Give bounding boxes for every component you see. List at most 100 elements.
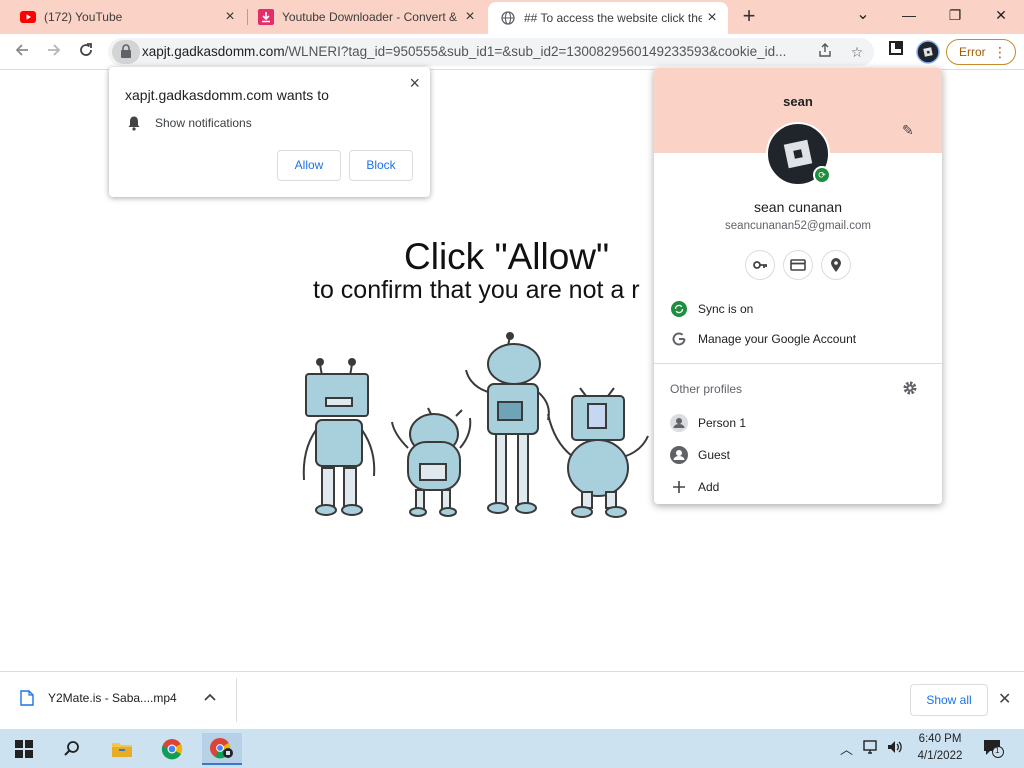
reload-icon <box>80 43 92 56</box>
tab-search-icon[interactable]: ⌄ <box>840 0 886 30</box>
extension-icon[interactable] <box>884 40 908 64</box>
notification-count: 1 <box>995 746 1000 755</box>
system-clock[interactable]: 6:40 PM 4/1/2022 <box>910 731 970 765</box>
profile-name: sean <box>783 94 813 109</box>
address-bar[interactable]: xapjt.gadkasdomm.com/WLNERI?tag_id=95055… <box>108 38 874 66</box>
profile-email: seancunanan52@gmail.com <box>725 220 871 232</box>
passwords-key-icon[interactable] <box>745 250 775 280</box>
block-button[interactable]: Block <box>349 150 413 181</box>
profile-avatar-button[interactable] <box>916 40 940 64</box>
search-icon[interactable] <box>52 733 92 765</box>
prompt-title: xapjt.gadkasdomm.com wants to <box>125 87 329 103</box>
profile-menu: sean ✎ ⟳ sean cunanan seancunanan52@gmai… <box>654 68 942 504</box>
robot-illustration <box>302 358 376 516</box>
profile-item-guest[interactable]: Guest <box>670 443 730 467</box>
back-arrow-icon <box>15 44 28 56</box>
google-g-icon <box>670 330 688 348</box>
forward-button[interactable] <box>40 38 68 66</box>
download-bar: Y2Mate.is - Saba....mp4 Show all ✕ <box>0 671 1024 729</box>
file-icon <box>20 690 34 706</box>
notification-permission-prompt: xapjt.gadkasdomm.com wants to × Show not… <box>109 67 430 197</box>
manage-account-label: Manage your Google Account <box>698 332 857 346</box>
lock-icon <box>121 44 131 58</box>
tab-strip: (172) YouTube × Youtube Downloader - Con… <box>0 0 1024 34</box>
tab-youtube-downloader[interactable]: Youtube Downloader - Convert & × <box>248 0 486 34</box>
payment-card-icon[interactable] <box>783 250 813 280</box>
prompt-message: Show notifications <box>155 116 252 130</box>
tab-title: ## To access the website click the <box>524 11 702 25</box>
notification-center-icon[interactable]: 1 <box>982 737 1004 762</box>
globe-icon <box>500 10 516 26</box>
tab-active-site[interactable]: ## To access the website click the × <box>488 2 728 34</box>
windows-start-icon[interactable] <box>4 733 44 765</box>
sync-label: Sync is on <box>698 302 754 316</box>
close-icon[interactable]: ✕ <box>998 689 1011 709</box>
error-button[interactable]: Error ⋮ <box>946 39 1016 65</box>
chrome-icon[interactable] <box>152 733 192 765</box>
plus-icon <box>670 478 688 496</box>
robot-illustration <box>465 332 550 514</box>
forward-arrow-icon <box>48 44 61 56</box>
profile-item-label: Guest <box>698 448 731 462</box>
manage-google-account-link[interactable]: Manage your Google Account <box>670 327 856 351</box>
speaker-icon[interactable] <box>886 739 904 758</box>
clock-time: 6:40 PM <box>918 733 962 745</box>
clock-date: 4/1/2022 <box>917 750 963 762</box>
allow-button[interactable]: Allow <box>277 150 341 181</box>
close-icon[interactable]: × <box>409 73 420 94</box>
new-tab-button[interactable]: + <box>736 4 762 30</box>
restore-button[interactable]: ❐ <box>932 0 978 30</box>
add-profile-button[interactable]: Add <box>670 475 719 499</box>
toolbar: xapjt.gadkasdomm.com/WLNERI?tag_id=95055… <box>0 34 1024 70</box>
close-window-button[interactable]: ✕ <box>978 0 1024 30</box>
divider <box>654 363 942 364</box>
chrome-profile-taskbar-icon[interactable] <box>202 733 242 765</box>
tab-title: Youtube Downloader - Convert & <box>282 10 457 24</box>
url-domain: xapjt.gadkasdomm.com <box>142 44 285 59</box>
file-explorer-icon[interactable] <box>102 733 142 765</box>
gear-icon[interactable] <box>902 380 918 401</box>
sync-icon <box>670 300 688 318</box>
chevron-up-icon[interactable]: ︿ <box>840 739 853 758</box>
tab-close-icon[interactable]: × <box>220 8 240 26</box>
show-all-button[interactable]: Show all <box>910 684 988 716</box>
share-icon[interactable] <box>815 42 835 62</box>
page-headline: Click "Allow" <box>404 236 610 277</box>
download-filename: Y2Mate.is - Saba....mp4 <box>48 691 177 705</box>
back-button[interactable] <box>8 38 36 66</box>
robot-illustration <box>391 407 472 517</box>
tab-youtube[interactable]: (172) YouTube × <box>0 0 246 34</box>
robot-illustration <box>547 387 649 518</box>
profile-full-name: sean cunanan <box>754 199 842 215</box>
download-item[interactable]: Y2Mate.is - Saba....mp4 <box>20 690 177 706</box>
chevron-up-icon[interactable] <box>204 690 216 705</box>
minimize-button[interactable]: — <box>886 0 932 30</box>
add-profile-label: Add <box>698 480 720 494</box>
youtube-icon <box>20 9 36 25</box>
tab-close-icon[interactable]: × <box>460 8 480 26</box>
sync-badge-icon: ⟳ <box>813 166 831 184</box>
location-pin-icon[interactable] <box>821 250 851 280</box>
url-path: /WLNERI?tag_id=950555&sub_id1=&sub_id2=1… <box>284 44 787 59</box>
avatar <box>916 40 940 64</box>
taskbar: ︿ 6:40 PM 4/1/2022 1 <box>0 729 1024 768</box>
error-label: Error <box>959 45 986 59</box>
other-profiles-heading: Other profiles <box>670 382 743 396</box>
profile-item-person-1[interactable]: Person 1 <box>670 411 746 435</box>
reload-button[interactable] <box>72 38 100 66</box>
download-icon <box>258 9 274 25</box>
url-text[interactable]: xapjt.gadkasdomm.com/WLNERI?tag_id=95055… <box>142 38 814 66</box>
bell-icon <box>127 115 141 136</box>
site-info-button[interactable] <box>112 40 140 64</box>
sync-status[interactable]: Sync is on <box>670 297 753 321</box>
tab-close-icon[interactable]: × <box>702 9 722 27</box>
profile-item-label: Person 1 <box>698 416 747 430</box>
page-subline: to confirm that you are not a r <box>313 276 640 304</box>
tab-title: (172) YouTube <box>44 10 123 24</box>
edit-pencil-icon[interactable]: ✎ <box>902 122 914 139</box>
bookmark-star-icon[interactable]: ☆ <box>847 42 867 62</box>
network-icon[interactable] <box>862 739 880 758</box>
more-menu-icon: ⋮ <box>993 44 1007 60</box>
divider <box>236 678 237 722</box>
guest-icon <box>670 446 688 464</box>
